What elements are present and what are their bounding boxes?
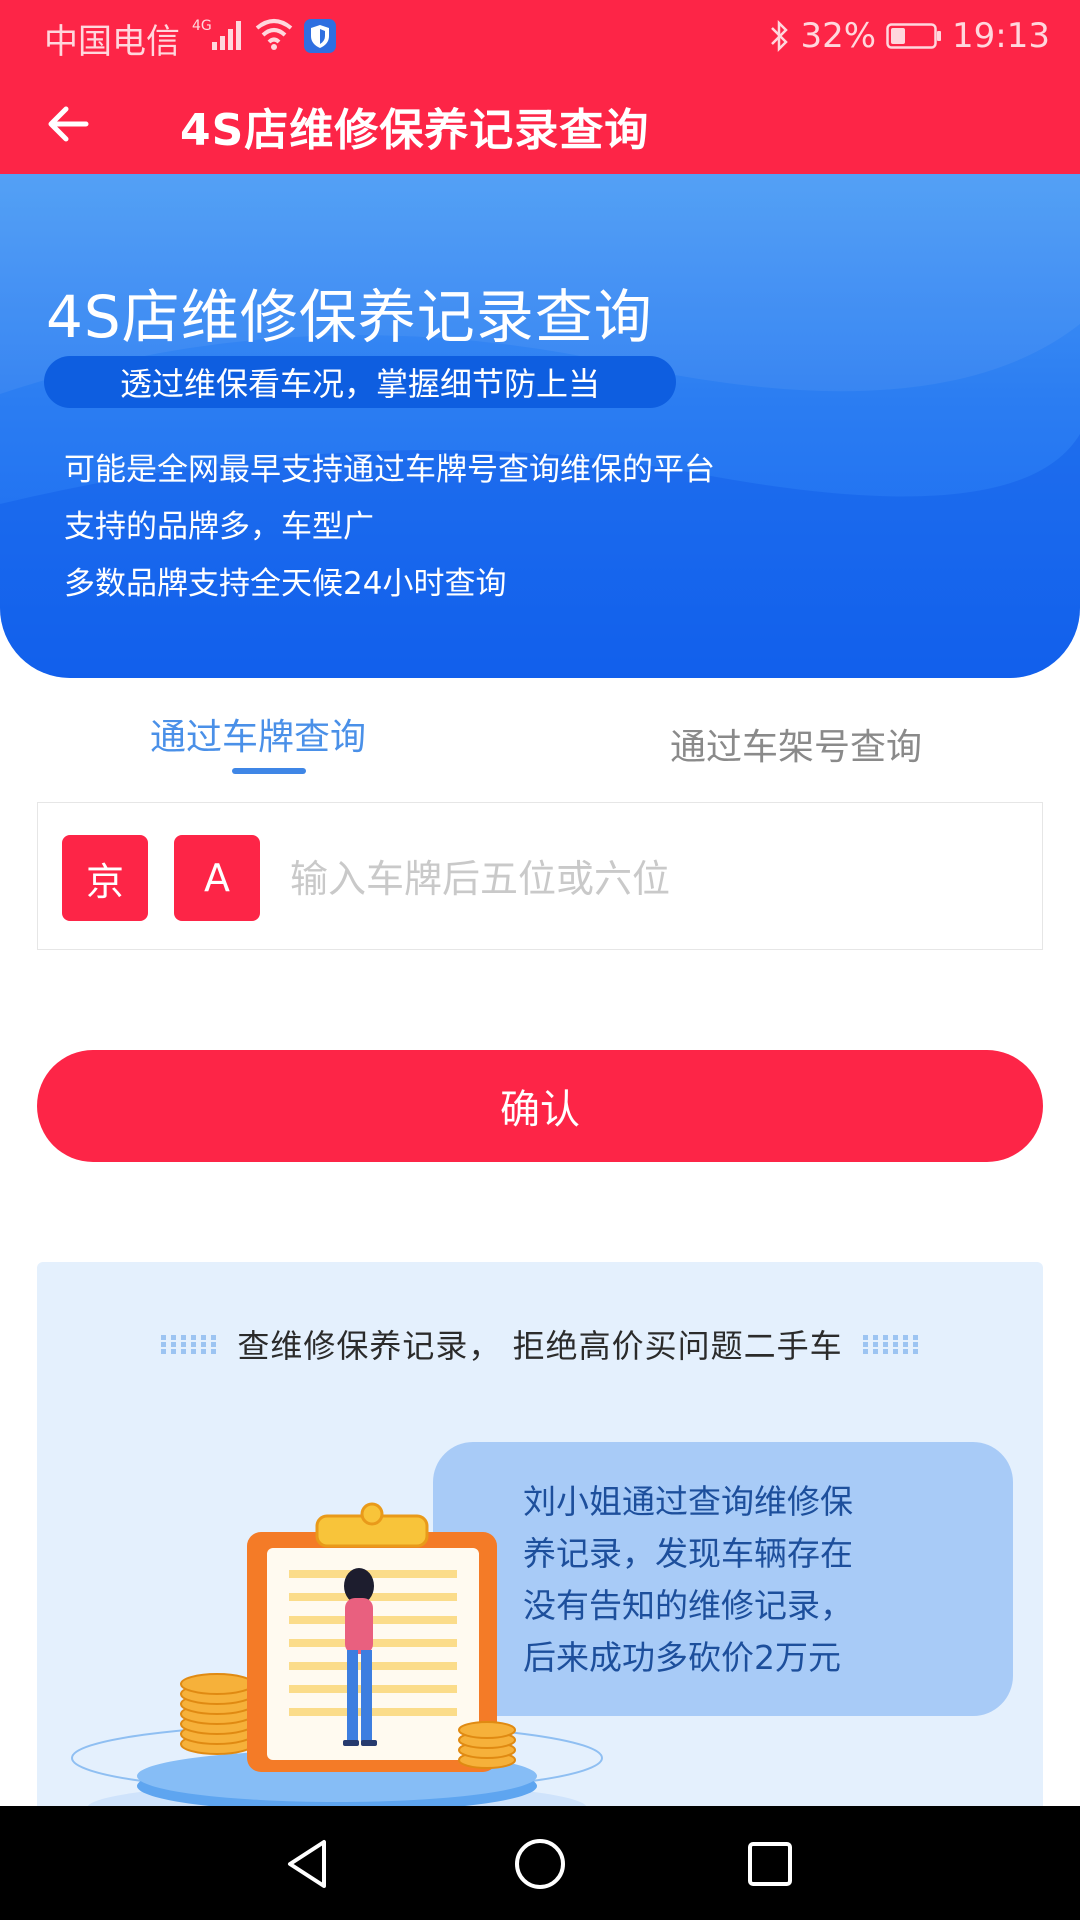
active-tab-indicator xyxy=(232,768,306,774)
arrow-left-icon[interactable] xyxy=(42,98,94,150)
tab-plate-query[interactable]: 通过车牌查询 xyxy=(150,708,366,760)
hero-title: 4S店维修保养记录查询 xyxy=(46,283,653,351)
system-nav-bar xyxy=(0,1806,1080,1920)
signal-icon xyxy=(212,21,241,50)
status-bar: 中国电信 4G 32% 19:13 xyxy=(0,0,1080,72)
app-header: 4S店维修保养记录查询 xyxy=(0,72,1080,174)
network-type: 4G xyxy=(192,18,212,34)
feature-item: 支持的品牌多，车型广 xyxy=(64,509,374,545)
hero-banner: 4S店维修保养记录查询 透过维保看车况，掌握细节防上当 可能是全网最早支持通过车… xyxy=(0,174,1080,678)
clock: 19:13 xyxy=(952,16,1050,56)
battery-percent: 32% xyxy=(800,16,877,56)
plate-number-input[interactable] xyxy=(288,843,1012,915)
promo-heading: 查维修保养记录， 拒绝高价买问题二手车 xyxy=(237,1327,843,1365)
feature-item: 多数品牌支持全天候24小时查询 xyxy=(64,566,507,602)
dots-decoration-icon xyxy=(862,1335,918,1354)
letter-selector[interactable]: A xyxy=(174,835,260,921)
hero-tagline: 透过维保看车况，掌握细节防上当 xyxy=(44,356,676,408)
plate-input-card: 京 A xyxy=(37,802,1043,950)
tab-vin-query[interactable]: 通过车架号查询 xyxy=(670,718,922,770)
wifi-icon xyxy=(255,19,293,50)
shield-icon xyxy=(304,19,336,53)
province-selector[interactable]: 京 xyxy=(62,835,148,921)
confirm-button[interactable]: 确认 xyxy=(37,1050,1043,1162)
circle-home-icon[interactable] xyxy=(510,1834,570,1894)
promo-section: 查维修保养记录， 拒绝高价买问题二手车 刘小姐通过查询维修保 养记录，发现车辆存… xyxy=(37,1262,1043,1822)
battery-icon xyxy=(886,23,942,49)
dots-decoration-icon xyxy=(161,1335,217,1354)
feature-item: 可能是全网最早支持通过车牌号查询维保的平台 xyxy=(64,452,715,488)
feature-list: 可能是全网最早支持通过车牌号查询维保的平台 支持的品牌多，车型广 多数品牌支持全… xyxy=(64,442,715,613)
clipboard-illustration xyxy=(71,1502,603,1822)
bluetooth-icon xyxy=(771,19,789,53)
promo-header: 查维修保养记录， 拒绝高价买问题二手车 xyxy=(37,1324,1043,1365)
triangle-back-icon[interactable] xyxy=(280,1834,340,1894)
page-title: 4S店维修保养记录查询 xyxy=(180,105,650,156)
square-recents-icon[interactable] xyxy=(740,1834,800,1894)
carrier-name: 中国电信 xyxy=(44,22,180,62)
